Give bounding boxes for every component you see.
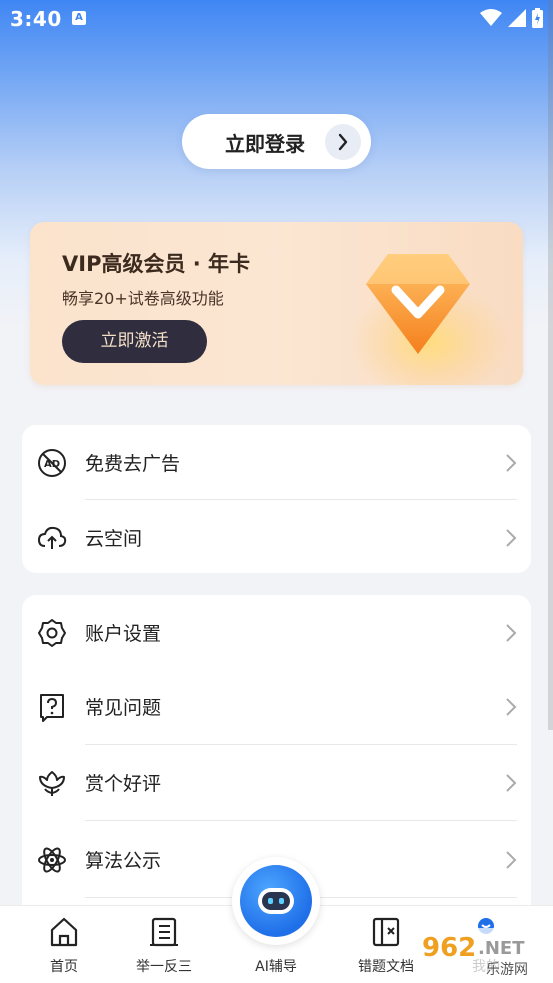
login-label: 立即登录 <box>225 132 305 156</box>
no-ad-icon: AD <box>38 449 66 477</box>
tab-practice[interactable]: 举一反三 <box>119 906 209 983</box>
menu-item-faq[interactable]: 常见问题 <box>22 669 531 745</box>
notification-icon: A <box>72 11 86 25</box>
chevron-right-icon <box>506 529 517 547</box>
menu-card-1: AD 免费去广告 云空间 <box>22 425 531 573</box>
ai-tutor-button[interactable] <box>232 857 320 945</box>
wifi-icon <box>480 9 502 26</box>
menu-label: 赏个好评 <box>85 773 162 795</box>
divider <box>85 820 517 821</box>
tab-label: AI辅导 <box>255 959 297 975</box>
flower-icon <box>39 771 65 796</box>
menu-item-account-settings[interactable]: 账户设置 <box>22 595 531 671</box>
status-time: 3:40 <box>10 7 62 31</box>
vip-title: VIP高级会员 · 年卡 <box>62 252 251 276</box>
menu-label: 常见问题 <box>85 697 162 719</box>
menu-item-rate[interactable]: 赏个好评 <box>22 745 531 821</box>
atom-icon <box>38 847 66 873</box>
chevron-right-icon <box>506 774 517 792</box>
menu-label: 云空间 <box>85 528 143 550</box>
chevron-right-icon <box>506 624 517 642</box>
svg-text:乐游网: 乐游网 <box>486 962 528 978</box>
chevron-right-icon <box>325 124 361 160</box>
vip-diamond-icon <box>366 254 470 354</box>
tab-home[interactable]: 首页 <box>19 906 109 983</box>
question-icon <box>40 694 64 722</box>
menu-label: 免费去广告 <box>85 453 181 475</box>
chevron-right-icon <box>506 698 517 716</box>
gear-icon <box>38 619 66 647</box>
scrollbar[interactable] <box>548 0 553 730</box>
menu-label: 算法公示 <box>85 850 162 872</box>
robot-icon <box>240 865 312 937</box>
menu-item-cloud[interactable]: 云空间 <box>22 500 531 576</box>
list-icon <box>150 917 178 947</box>
vip-subtitle: 畅享20+试卷高级功能 <box>62 289 224 308</box>
status-icons <box>480 8 543 28</box>
svg-text:962: 962 <box>422 933 476 963</box>
signal-icon <box>508 9 526 27</box>
vip-card[interactable]: VIP高级会员 · 年卡 畅享20+试卷高级功能 立即激活 <box>30 222 523 385</box>
home-icon <box>50 917 78 947</box>
tab-label: 首页 <box>50 959 78 975</box>
menu-label: 账户设置 <box>85 623 162 645</box>
activate-button[interactable]: 立即激活 <box>62 320 207 363</box>
chevron-right-icon <box>506 851 517 869</box>
error-doc-icon <box>372 917 400 947</box>
chevron-right-icon <box>506 454 517 472</box>
cloud-upload-icon <box>37 526 67 549</box>
tab-label: 举一反三 <box>136 959 192 975</box>
battery-icon <box>532 8 543 28</box>
status-bar: 3:40 A <box>0 0 553 38</box>
watermark-logo: 962 .NET 乐游网 <box>418 928 548 978</box>
svg-text:.NET: .NET <box>478 938 525 959</box>
login-button[interactable]: 立即登录 <box>182 114 371 169</box>
menu-item-no-ads[interactable]: AD 免费去广告 <box>22 425 531 501</box>
